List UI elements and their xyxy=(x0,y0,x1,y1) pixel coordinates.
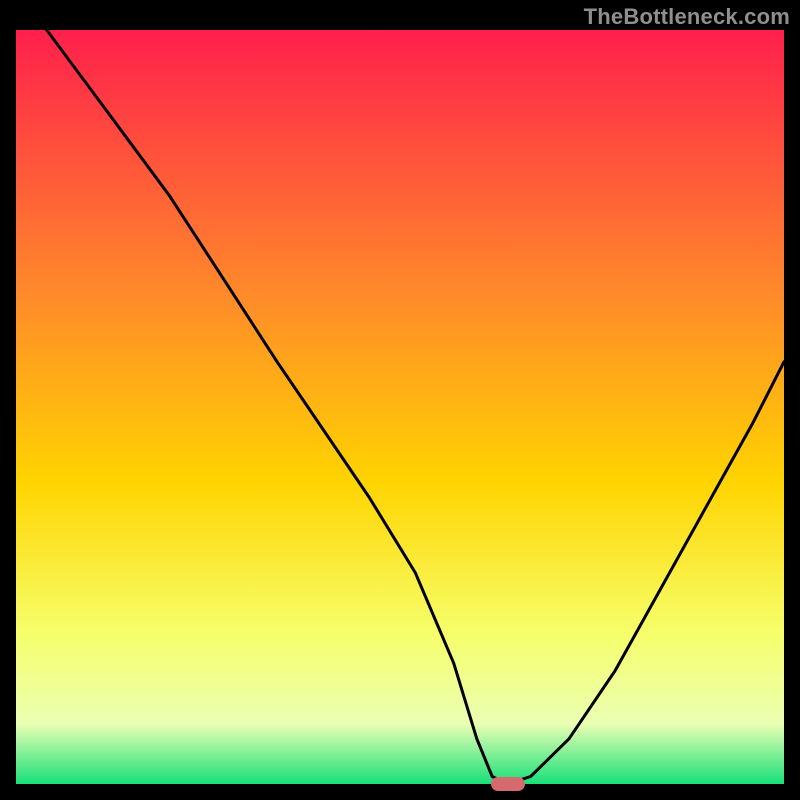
plot-area xyxy=(16,30,784,784)
chart-frame: TheBottleneck.com xyxy=(0,0,800,800)
optimal-marker xyxy=(491,777,525,791)
watermark-label: TheBottleneck.com xyxy=(584,4,790,30)
background-gradient xyxy=(16,30,784,784)
